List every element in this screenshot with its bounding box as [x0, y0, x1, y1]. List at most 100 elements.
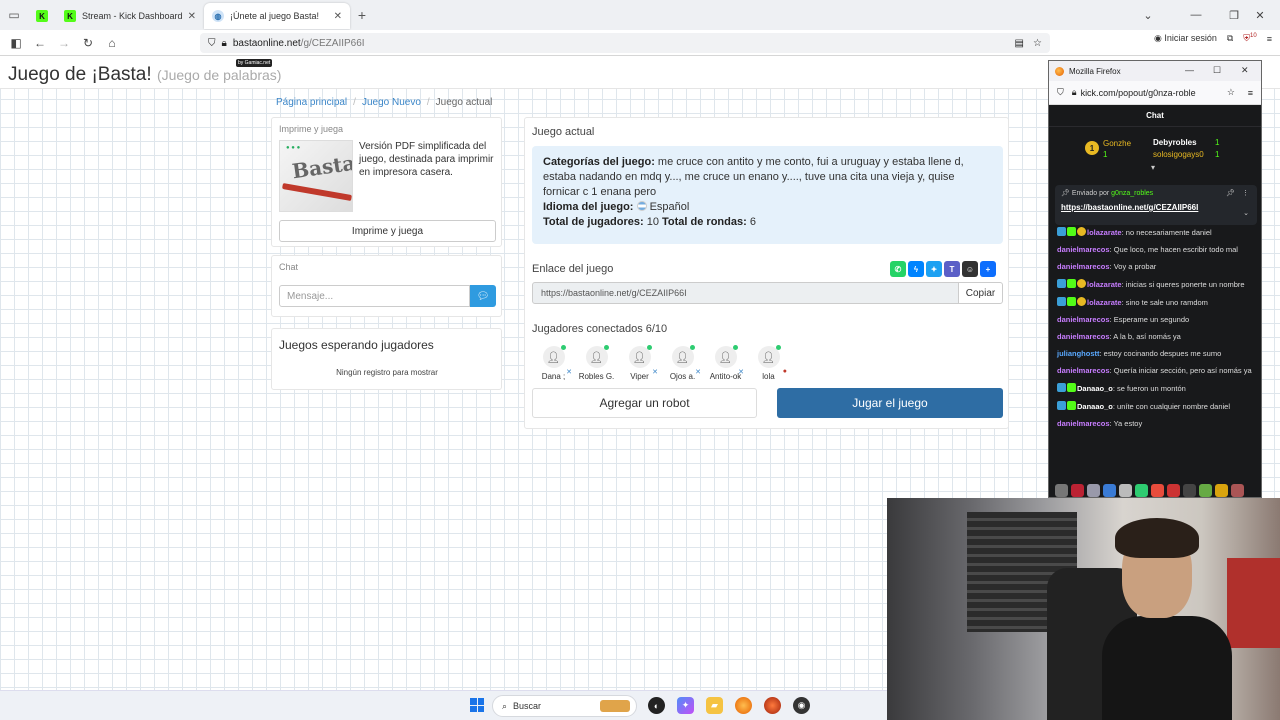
sidebar-icon[interactable]: ◧	[4, 31, 28, 55]
emote-icon[interactable]	[1215, 484, 1228, 497]
menu-icon[interactable]: ≡	[1248, 88, 1253, 98]
chat-username[interactable]: Danaao_o	[1077, 402, 1113, 411]
print-pdf-image[interactable]: ● ● ● Basta	[279, 140, 353, 212]
print-and-play-button[interactable]: Imprime y juega	[279, 220, 496, 242]
reload-icon[interactable]: ↻	[76, 31, 100, 55]
windows-start-icon[interactable]	[470, 698, 484, 712]
copy-link-button[interactable]: Copiar	[958, 282, 1003, 304]
twitter-icon[interactable]: ✦	[926, 261, 942, 277]
emote-icon[interactable]	[1231, 484, 1244, 497]
leader-name[interactable]: solosigogays0	[1153, 150, 1204, 159]
leader-name[interactable]: Gonzhe	[1103, 139, 1131, 148]
player-item[interactable]: 👤︎ Dana ; ✕	[532, 345, 575, 381]
file-explorer-icon[interactable]: ▰	[706, 697, 723, 714]
chat-username[interactable]: danielmarecos	[1057, 245, 1110, 254]
forward-icon[interactable]: →	[52, 31, 76, 55]
gamiac-badge[interactable]: by Gamiac.net	[236, 59, 273, 67]
remove-player-icon[interactable]: ✕	[738, 368, 744, 376]
emote-icon[interactable]	[1183, 484, 1196, 497]
breadcrumb-home[interactable]: Página principal	[276, 97, 347, 108]
emote-icon[interactable]	[1135, 484, 1148, 497]
more-share-icon[interactable]: +	[980, 261, 996, 277]
restore-icon[interactable]: ☐	[1213, 65, 1221, 76]
account-icon[interactable]: ◉ Iniciar sesión	[1154, 33, 1217, 44]
remove-player-icon[interactable]: ✕	[566, 368, 572, 376]
player-item[interactable]: 👤︎ Robles G.	[575, 345, 618, 381]
taskbar-search[interactable]: ⌕ Buscar	[492, 695, 637, 717]
site-title[interactable]: Juego de ¡Basta! (Juego de palabras)	[8, 64, 281, 86]
player-item[interactable]: 👤︎ Antito-ok ✕	[704, 345, 747, 381]
chat-username[interactable]: danielmarecos	[1057, 366, 1110, 375]
emote-icon[interactable]	[1151, 484, 1164, 497]
chat-header: Chat	[1049, 105, 1261, 127]
minimize-icon[interactable]: —	[1176, 0, 1216, 30]
unpin-icon[interactable]: 📌︎	[1226, 189, 1235, 197]
leader-name[interactable]: Debyrobles	[1153, 138, 1197, 147]
chat-username[interactable]: Danaao_o	[1077, 384, 1113, 393]
player-item[interactable]: 👤︎ lola ●	[747, 345, 790, 381]
minimize-icon[interactable]: —	[1185, 65, 1194, 75]
tab-kick-dashboard[interactable]: K Stream - Kick Dashboard ✕	[56, 3, 204, 29]
pinned-by-user[interactable]: g0nza_robles	[1111, 190, 1153, 197]
messenger-icon[interactable]: ϟ	[908, 261, 924, 277]
chat-username[interactable]: lolazarate	[1087, 280, 1122, 289]
obs-icon[interactable]: ◉	[793, 697, 810, 714]
close-tab-icon[interactable]: ✕	[188, 11, 196, 22]
chat-username[interactable]: danielmarecos	[1057, 332, 1110, 341]
chat-username[interactable]: lolazarate	[1087, 228, 1122, 237]
webcam-person-shirt	[1102, 616, 1232, 720]
breadcrumb-new-game[interactable]: Juego Nuevo	[362, 97, 421, 108]
extensions-icon[interactable]: ⧉	[1227, 33, 1233, 44]
emote-icon[interactable]	[1071, 484, 1084, 497]
tab-overflow-icon[interactable]: ⌄	[1128, 0, 1168, 30]
reader-view-icon[interactable]: ▤	[1015, 38, 1024, 49]
chevron-down-icon[interactable]: ⌄	[1243, 209, 1249, 217]
chat-username[interactable]: danielmarecos	[1057, 262, 1110, 271]
extension-badge-icon[interactable]: ⛨10	[1243, 33, 1256, 44]
close-window-icon[interactable]: ✕	[1241, 65, 1249, 76]
popout-url-bar[interactable]: ⛉ 🔒︎ kick.com/popout/g0nza-roble ☆ ≡	[1049, 81, 1261, 105]
emote-icon[interactable]	[1119, 484, 1132, 497]
chat-text: se fueron un montón	[1117, 384, 1186, 393]
emote-icon[interactable]	[1103, 484, 1116, 497]
pinned-link[interactable]: https://bastaonline.net/g/CEZAIIP66I	[1061, 203, 1251, 212]
chat-message-input[interactable]: Mensaje...	[279, 285, 470, 307]
chat-username[interactable]: danielmarecos	[1057, 419, 1110, 428]
add-robot-button[interactable]: Agregar un robot	[532, 388, 757, 418]
player-item[interactable]: 👤︎ Viper ✕	[618, 345, 661, 381]
player-item[interactable]: 👤︎ Ojos a. ✕	[661, 345, 704, 381]
home-icon[interactable]: ⌂	[100, 31, 124, 55]
tab-kick-pinned[interactable]: K	[28, 3, 56, 29]
chat-username[interactable]: danielmarecos	[1057, 315, 1110, 324]
snapchat-icon[interactable]: ☺	[962, 261, 978, 277]
tab-list-icon[interactable]: ▭	[0, 0, 28, 30]
chat-username[interactable]: julianghostt	[1057, 349, 1100, 358]
bookmark-star-icon[interactable]: ☆	[1033, 38, 1042, 49]
more-options-icon[interactable]: ⋮	[1242, 189, 1249, 197]
emote-icon[interactable]	[1199, 484, 1212, 497]
url-bar[interactable]: ⛉ 🔒︎ bastaonline.net/g/CEZAIIP66I ▤ ☆	[200, 33, 1050, 53]
new-tab-icon[interactable]: +	[350, 7, 374, 23]
teams-icon[interactable]: T	[944, 261, 960, 277]
whatsapp-icon[interactable]: ✆	[890, 261, 906, 277]
emote-icon[interactable]	[1055, 484, 1068, 497]
remove-player-icon[interactable]: ✕	[695, 368, 701, 376]
tab-basta[interactable]: ◍ ¡Únete al juego Basta! ✕	[204, 3, 350, 29]
back-icon[interactable]: ←	[28, 31, 52, 55]
expand-chevron-icon[interactable]: ▾	[1151, 163, 1155, 172]
firefox-dev-icon[interactable]	[764, 697, 781, 714]
play-game-button[interactable]: Jugar el juego	[777, 388, 1003, 418]
app-icon[interactable]: ◐	[648, 697, 665, 714]
firefox-icon[interactable]	[735, 697, 752, 714]
bookmark-star-icon[interactable]: ☆	[1227, 87, 1235, 98]
chat-username[interactable]: lolazarate	[1087, 298, 1122, 307]
close-window-icon[interactable]: ✕	[1240, 0, 1280, 30]
emote-icon[interactable]	[1167, 484, 1180, 497]
copilot-icon[interactable]: ✦	[677, 697, 694, 714]
chat-send-button[interactable]: 💬︎	[470, 285, 496, 307]
menu-icon[interactable]: ≡	[1267, 34, 1272, 44]
emote-icon[interactable]	[1087, 484, 1100, 497]
game-link-input[interactable]: https://bastaonline.net/g/CEZAIIP66I	[532, 282, 959, 304]
remove-player-icon[interactable]: ✕	[652, 368, 658, 376]
close-tab-icon[interactable]: ✕	[334, 11, 342, 22]
